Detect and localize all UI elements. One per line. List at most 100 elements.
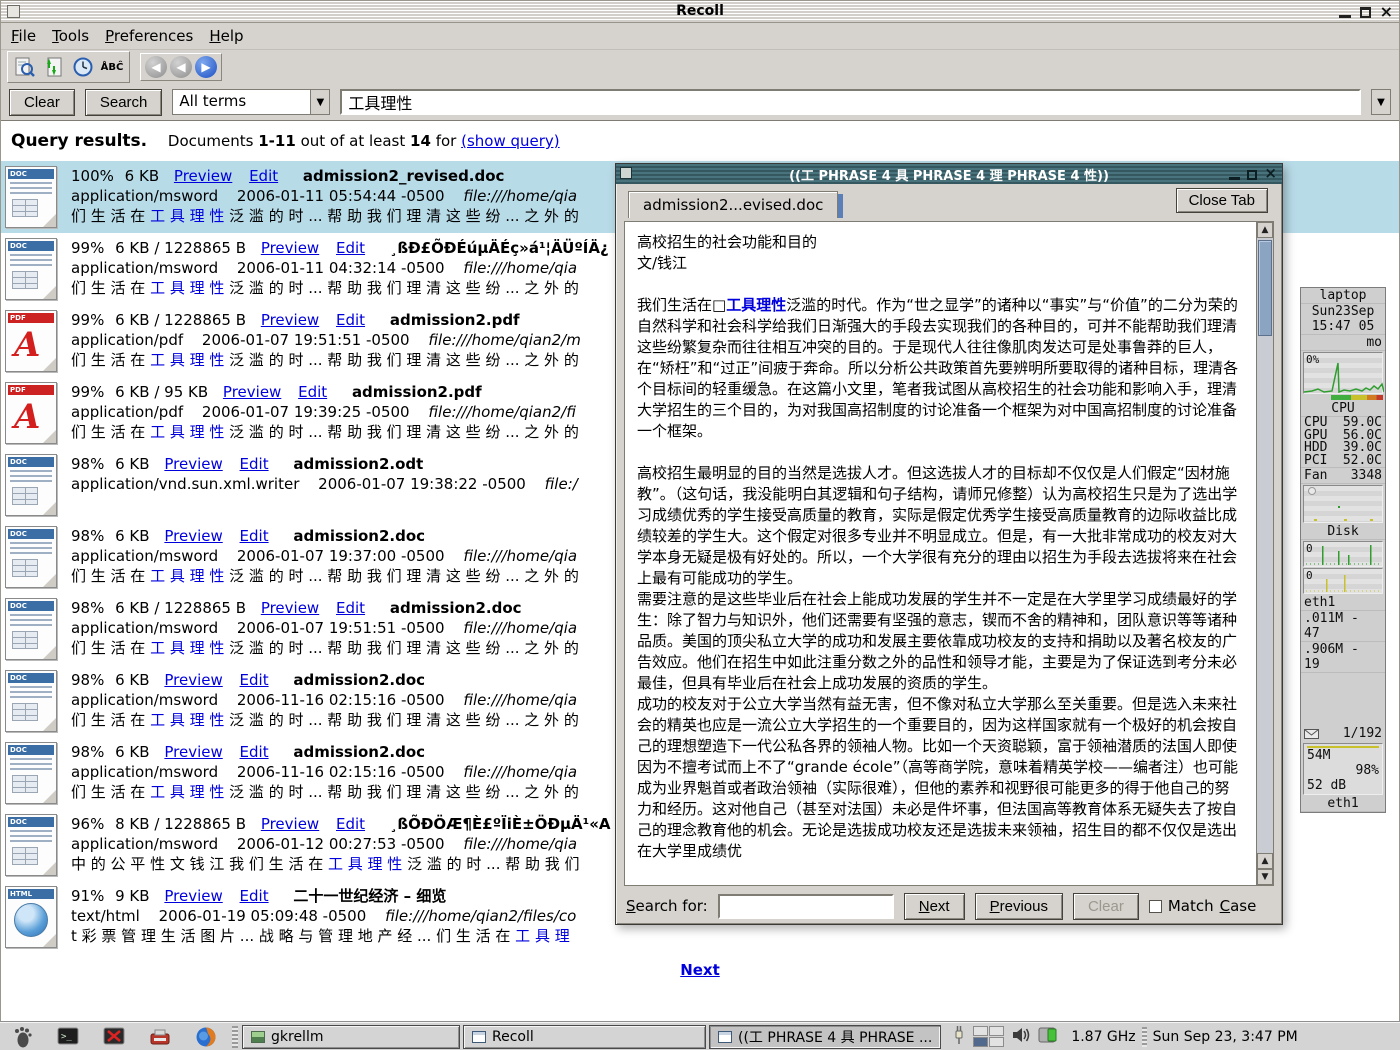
taskbar-task-button[interactable]: gkrellm: [242, 1025, 460, 1049]
scrollbar-thumb[interactable]: [1258, 240, 1272, 336]
edit-link[interactable]: Edit: [240, 743, 269, 761]
preview-link[interactable]: Preview: [164, 887, 222, 905]
search-history-dropdown-icon[interactable]: ▼: [1371, 89, 1391, 115]
preview-link[interactable]: Preview: [174, 167, 232, 185]
clear-button[interactable]: Clear: [9, 89, 75, 116]
matched-term: 工 具 理: [515, 927, 570, 945]
edit-link[interactable]: Edit: [336, 311, 365, 329]
edit-link[interactable]: Edit: [240, 671, 269, 689]
find-input[interactable]: [718, 894, 894, 919]
edit-link[interactable]: Edit: [249, 167, 278, 185]
gkrellm-monitor[interactable]: laptop Sun23Sep 15:47 05 mo 0% CPU CPU59…: [1300, 287, 1386, 813]
firefox-icon[interactable]: [194, 1025, 218, 1049]
minimize-button[interactable]: [1229, 177, 1240, 180]
clock-handle[interactable]: [1142, 1027, 1147, 1047]
close-tab-button[interactable]: Close Tab: [1176, 188, 1268, 213]
search-mode-select[interactable]: All terms ▼: [172, 89, 330, 115]
cpu-chart: 0%: [1303, 352, 1383, 394]
find-next-button[interactable]: Next: [904, 893, 965, 920]
battery-icon[interactable]: [1038, 1026, 1060, 1048]
document-search-icon[interactable]: [12, 54, 38, 80]
workspace-pager-icon[interactable]: [973, 1026, 1004, 1047]
scrollbar[interactable]: ▲ ▲ ▼: [1256, 222, 1273, 885]
file-type-icon: DOC A: [5, 742, 57, 804]
next-page-icon[interactable]: ▶: [195, 56, 217, 78]
edit-link[interactable]: Edit: [240, 527, 269, 545]
scrollbar-track[interactable]: [1257, 238, 1273, 853]
edit-link[interactable]: Edit: [240, 887, 269, 905]
menu-help[interactable]: Help: [209, 27, 243, 45]
preview-tab[interactable]: admission2...evised.doc: [628, 191, 843, 218]
file-size: 6 KB: [125, 167, 159, 185]
edit-link[interactable]: Edit: [240, 455, 269, 473]
taskbar-task-button[interactable]: ((工 PHRASE 4 具 PHRASE ...: [709, 1025, 941, 1049]
file-type-icon: HTML A: [5, 886, 57, 948]
chevron-down-icon[interactable]: ▼: [310, 90, 329, 114]
term-explorer-abc-icon[interactable]: ÅBĈ: [99, 54, 125, 80]
mime-type: application/msword: [71, 619, 218, 637]
main-titlebar[interactable]: Recoll ×: [1, 1, 1399, 23]
preview-link[interactable]: Preview: [164, 671, 222, 689]
fan-chart: [1303, 485, 1383, 523]
scroll-down-icon[interactable]: ▼: [1257, 869, 1273, 885]
first-page-icon[interactable]: ◀: [145, 56, 167, 78]
sort-document-icon[interactable]: [41, 54, 67, 80]
modified-date: 2006-01-07 19:39:25 -0500: [202, 403, 410, 421]
result-total: 14: [410, 132, 431, 150]
show-query-link[interactable]: (show query): [461, 132, 560, 150]
scroll-up-icon[interactable]: ▲: [1257, 853, 1273, 869]
preview-link[interactable]: Preview: [261, 311, 319, 329]
next-page-link[interactable]: Next: [680, 961, 720, 979]
previous-page-icon[interactable]: ◀: [170, 56, 192, 78]
find-previous-button[interactable]: Previous: [975, 893, 1063, 920]
preview-link[interactable]: Preview: [261, 599, 319, 617]
highlighted-term: 工具理性: [726, 296, 786, 314]
preview-link[interactable]: Preview: [261, 815, 319, 833]
preview-link[interactable]: Preview: [223, 383, 281, 401]
svg-text:>_: >_: [61, 1032, 72, 1042]
power-plug-icon[interactable]: [952, 1025, 966, 1049]
close-button[interactable]: ×: [1380, 5, 1393, 19]
typewriter-icon[interactable]: [148, 1025, 172, 1049]
result-filename: admission2.pdf: [390, 311, 520, 329]
maximize-button[interactable]: [1247, 170, 1257, 180]
preview-link[interactable]: Preview: [261, 239, 319, 257]
terminal-icon[interactable]: >_: [56, 1025, 80, 1049]
maximize-button[interactable]: [1360, 7, 1371, 18]
preview-text[interactable]: 高校招生的社会功能和目的 文/钱江 我们生活在□工具理性泛滥的时代。作为“世之显…: [625, 222, 1256, 885]
taskbar-task-button[interactable]: Recoll: [463, 1025, 706, 1049]
match-case-option[interactable]: Match Case: [1149, 897, 1257, 915]
hostname: laptop: [1301, 288, 1385, 304]
close-button[interactable]: ×: [1264, 166, 1277, 181]
fan-row: Fan3348: [1301, 468, 1385, 484]
file-size: 9 KB: [115, 887, 149, 905]
taskbar-clock[interactable]: Sun Sep 23, 3:47 PM: [1153, 1029, 1308, 1045]
edit-link[interactable]: Edit: [336, 815, 365, 833]
preview-link[interactable]: Preview: [164, 527, 222, 545]
speaker-icon[interactable]: [1011, 1026, 1031, 1048]
edit-link[interactable]: Edit: [298, 383, 327, 401]
mime-type: application/msword: [71, 547, 218, 565]
matched-term: 工 具 理 性: [150, 567, 224, 585]
menu-file[interactable]: File: [11, 27, 36, 45]
minimize-button[interactable]: [1339, 15, 1351, 18]
scroll-up-icon[interactable]: ▲: [1257, 222, 1273, 238]
close-window-icon[interactable]: [102, 1025, 126, 1049]
preview-link[interactable]: Preview: [164, 455, 222, 473]
search-for-label: Search for:: [626, 897, 708, 915]
sensor-row: PCI52.0C: [1304, 455, 1382, 468]
preview-link[interactable]: Preview: [164, 743, 222, 761]
menu-tools[interactable]: Tools: [52, 27, 89, 45]
match-case-checkbox[interactable]: [1149, 900, 1162, 913]
edit-link[interactable]: Edit: [336, 239, 365, 257]
gnome-menu-icon[interactable]: [10, 1025, 34, 1049]
taskbar-handle[interactable]: [232, 1026, 238, 1048]
file-type-icon: PDF A: [5, 310, 57, 372]
search-input[interactable]: [340, 89, 1361, 115]
search-button[interactable]: Search: [85, 89, 163, 116]
history-clock-icon[interactable]: [70, 54, 96, 80]
file-type-icon: DOC A: [5, 670, 57, 732]
menu-preferences[interactable]: Preferences: [105, 27, 193, 45]
preview-titlebar[interactable]: ((工 PHRASE 4 具 PHRASE 4 理 PHRASE 4 性)) ×: [616, 164, 1282, 184]
edit-link[interactable]: Edit: [336, 599, 365, 617]
